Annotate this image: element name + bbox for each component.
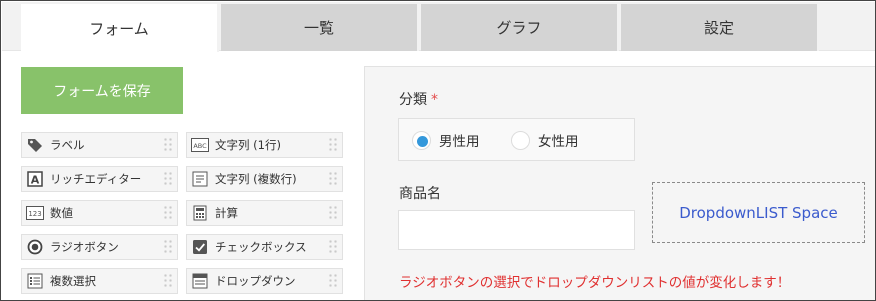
- tab-bar: フォーム 一覧 グラフ 設定: [2, 2, 875, 52]
- palette-item-text: 文字列 (複数行): [215, 172, 297, 186]
- rich-editor-icon: A: [26, 171, 44, 187]
- drag-handle-icon[interactable]: [163, 239, 173, 255]
- category-radio-group: 男性用 女性用: [398, 118, 635, 161]
- palette-item-multi-select[interactable]: 複数選択: [21, 268, 178, 294]
- app-window: フォーム 一覧 グラフ 設定 フォームを保存 ラベル ABC 文字列 (1行) …: [0, 0, 876, 301]
- palette-item-text: チェックボックス: [215, 240, 307, 254]
- abc-icon: ABC: [191, 137, 209, 153]
- drag-handle-icon[interactable]: [328, 171, 338, 187]
- multi-select-icon: [26, 273, 44, 289]
- svg-text:A: A: [31, 174, 40, 187]
- tag-icon: [26, 137, 44, 153]
- number-123-icon: 123: [26, 205, 44, 221]
- palette-item-radio-button[interactable]: ラジオボタン: [21, 234, 178, 260]
- drag-handle-icon[interactable]: [163, 171, 173, 187]
- radio-option-label: 女性用: [538, 134, 579, 150]
- drag-handle-icon[interactable]: [328, 273, 338, 289]
- radio-icon: [26, 239, 44, 255]
- radio-selected-icon: [412, 130, 431, 150]
- form-note-text: ラジオボタンの選択でドロップダウンリストの値が変化します！: [399, 275, 791, 291]
- dropdown-list-space[interactable]: DropdownLIST Space: [652, 182, 865, 243]
- palette-item-checkbox[interactable]: チェックボックス: [186, 234, 343, 260]
- palette-item-text: 計算: [215, 206, 238, 220]
- tab-form[interactable]: フォーム: [21, 4, 219, 52]
- tab-settings[interactable]: 設定: [621, 4, 819, 51]
- drag-handle-icon[interactable]: [163, 205, 173, 221]
- checkbox-icon: [191, 239, 209, 255]
- save-form-button[interactable]: フォームを保存: [21, 67, 183, 114]
- product-name-label: 商品名: [399, 186, 441, 202]
- svg-text:ABC: ABC: [193, 142, 207, 150]
- palette-item-single-line-text[interactable]: ABC 文字列 (1行): [186, 132, 343, 158]
- palette-item-label[interactable]: ラベル: [21, 132, 178, 158]
- drag-handle-icon[interactable]: [328, 137, 338, 153]
- radio-option-male[interactable]: 男性用: [412, 130, 480, 150]
- palette-item-multi-line-text[interactable]: 文字列 (複数行): [186, 166, 343, 192]
- radio-option-female[interactable]: 女性用: [511, 130, 579, 150]
- palette-item-text: ドロップダウン: [215, 274, 296, 288]
- palette-item-dropdown[interactable]: ドロップダウン: [186, 268, 343, 294]
- palette-item-text: 文字列 (1行): [215, 138, 281, 152]
- palette-item-rich-editor[interactable]: A リッチエディター: [21, 166, 178, 192]
- palette-item-text: ラジオボタン: [50, 240, 119, 254]
- radio-option-label: 男性用: [439, 134, 480, 150]
- product-name-input[interactable]: [398, 210, 635, 250]
- drag-handle-icon[interactable]: [163, 273, 173, 289]
- drag-handle-icon[interactable]: [328, 205, 338, 221]
- required-mark: *: [431, 92, 438, 108]
- category-field-label: 分類 *: [399, 89, 438, 109]
- palette-item-number[interactable]: 123 数値: [21, 200, 178, 226]
- calculator-icon: [191, 205, 209, 221]
- dropdown-icon: [191, 273, 209, 289]
- palette-item-text: リッチエディター: [50, 172, 142, 186]
- palette-item-text: 複数選択: [50, 274, 96, 288]
- palette-item-text: ラベル: [50, 138, 85, 152]
- drag-handle-icon[interactable]: [163, 137, 173, 153]
- tab-graph[interactable]: グラフ: [421, 4, 619, 51]
- multiline-icon: [191, 171, 209, 187]
- tab-list[interactable]: 一覧: [221, 4, 419, 51]
- category-label-text: 分類: [399, 92, 427, 108]
- radio-unselected-icon: [511, 130, 530, 150]
- drag-handle-icon[interactable]: [328, 239, 338, 255]
- palette-item-text: 数値: [50, 206, 73, 220]
- palette-item-calculation[interactable]: 計算: [186, 200, 343, 226]
- svg-text:123: 123: [28, 210, 41, 218]
